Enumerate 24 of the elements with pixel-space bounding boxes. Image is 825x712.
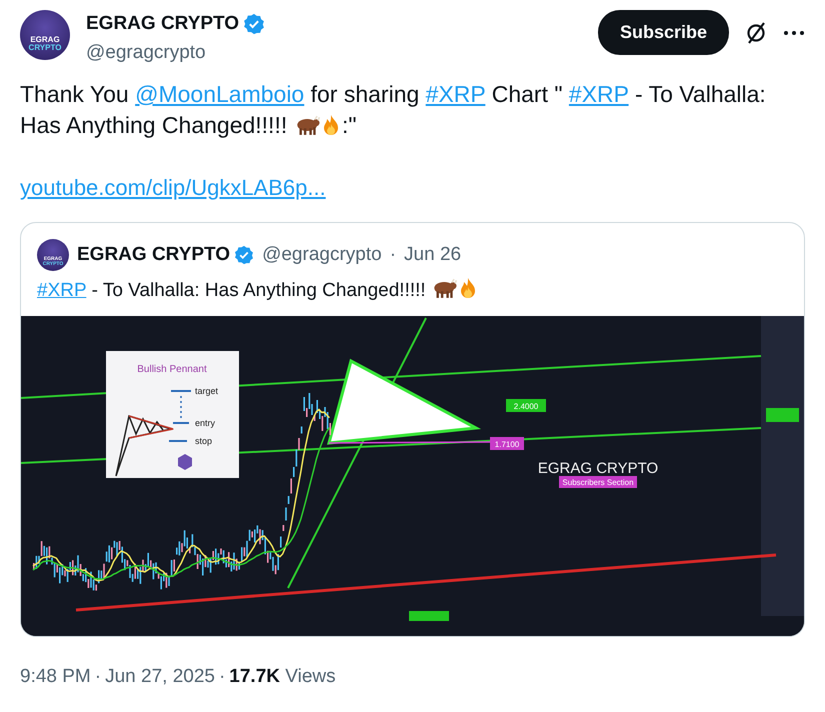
post-date[interactable]: Jun 27, 2025 — [105, 662, 215, 691]
author-handle[interactable]: @egragcrypto — [262, 240, 382, 270]
chart-image[interactable]: Bullish Pennant target entry stop 2.4000 1.7100 EGRAG CRYPTO Subscribers Section — [21, 316, 804, 636]
post-date[interactable]: Jun 26 — [404, 240, 462, 270]
inset-title: Bullish Pennant — [137, 364, 207, 374]
post-time[interactable]: 9:48 PM — [20, 662, 91, 691]
pattern-label: entry — [195, 418, 216, 428]
subscribe-button[interactable]: Subscribe — [598, 10, 729, 55]
pattern-label: stop — [195, 436, 212, 446]
avatar[interactable]: EGRAG CRYPTO — [20, 10, 70, 60]
quoted-text: #XRP - To Valhalla: Has Anything Changed!!!!! — [21, 273, 804, 316]
pattern-label: target — [195, 386, 218, 396]
section-tag: Subscribers Section — [559, 476, 637, 488]
author-name[interactable]: EGRAG CRYPTO — [77, 240, 230, 270]
tweet-text: Thank You @MoonLamboio for sharing #XRP Chart " #XRP - To Valhalla: Has Anything Changed!!!!! :" — [20, 80, 767, 140]
separator-dot: · — [390, 242, 396, 267]
separator-dot: · — [218, 664, 226, 688]
author-handle[interactable]: @egragcrypto — [86, 38, 598, 67]
separator-dot: · — [94, 664, 102, 688]
chart-brand: EGRAG CRYPTO — [538, 460, 658, 476]
author-name[interactable]: EGRAG CRYPTO — [86, 10, 240, 38]
price-level-tag: 2.4000 — [506, 398, 546, 412]
price-level-tag: 1.7100 — [490, 436, 524, 450]
view-count: 17.7K Views — [229, 664, 336, 688]
